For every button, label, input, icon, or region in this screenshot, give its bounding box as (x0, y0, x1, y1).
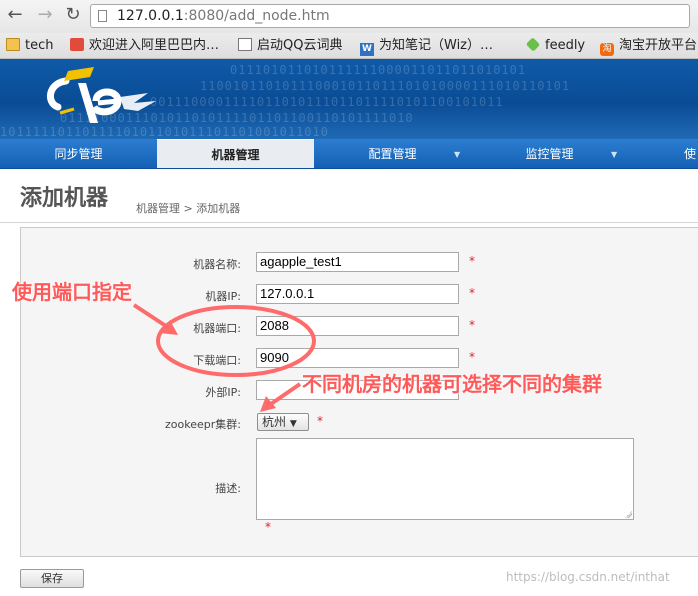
menu-monitor-management[interactable]: 监控管理 ▼ (471, 139, 628, 168)
external-ip-label: 外部IP: (205, 386, 241, 399)
aliyun-icon (70, 38, 84, 51)
port-annotation: 使用端口指定 (12, 280, 132, 304)
bookmark-alibaba[interactable]: 欢迎进入阿里巴巴内… (70, 36, 219, 55)
required-mark: * (317, 414, 323, 428)
machine-name-label: 机器名称: (193, 258, 241, 271)
otter-logo[interactable] (38, 63, 168, 135)
chevron-down-icon: ▼ (454, 150, 461, 159)
back-icon[interactable]: ← (4, 4, 26, 26)
resize-handle-icon[interactable] (625, 511, 632, 518)
chevron-down-icon: ▼ (289, 419, 297, 429)
bookmark-wiz[interactable]: W 为知笔记（Wiz）… (360, 36, 493, 56)
browser-toolbar: ← → ↻ 127.0.0.1:8080/add_node.htm (0, 0, 698, 33)
machine-port-input[interactable]: 2088 (256, 316, 459, 336)
download-port-input[interactable]: 9090 (256, 348, 459, 368)
watermark: https://blog.csdn.net/inthat (506, 570, 670, 584)
binary-pattern: 1100101101011100010110111010100001110101… (200, 79, 571, 93)
menu-machine-management[interactable]: 机器管理 (157, 139, 314, 168)
taobao-icon: 淘 (600, 43, 614, 56)
bookmarks-bar: tech 欢迎进入阿里巴巴内… 启动QQ云词典 W 为知笔记（Wiz）… feed… (0, 33, 698, 59)
breadcrumb: 机器管理 > 添加机器 (136, 202, 241, 215)
menu-sync-management[interactable]: 同步管理 (0, 139, 157, 168)
zookeeper-cluster-label: zookeepr集群: (165, 418, 241, 431)
required-mark: * (469, 286, 475, 300)
main-menu: 同步管理 机器管理 配置管理 ▼ 监控管理 ▼ 使 (0, 139, 698, 169)
menu-more[interactable]: 使 (628, 139, 698, 168)
wiz-icon: W (360, 43, 374, 56)
divider (0, 222, 698, 223)
description-textarea[interactable] (256, 438, 634, 520)
required-mark: * (469, 318, 475, 332)
forward-icon[interactable]: → (34, 4, 56, 26)
page-title: 添加机器 (20, 186, 109, 211)
reload-icon[interactable]: ↻ (62, 4, 84, 26)
zookeeper-cluster-select[interactable]: 杭州 ▼ (257, 413, 309, 431)
address-bar[interactable]: 127.0.0.1:8080/add_node.htm (90, 4, 690, 28)
machine-name-input[interactable]: agapple_test1 (256, 252, 459, 272)
site-header: 011101011010111111000011011011010101 110… (0, 59, 698, 139)
binary-pattern: 011101011010111111000011011011010101 (230, 63, 527, 77)
url-text: 127.0.0.1:8080/add_node.htm (117, 8, 330, 24)
menu-config-management[interactable]: 配置管理 ▼ (314, 139, 471, 168)
bookmark-taobao[interactable]: 淘淘宝开放平台 (600, 36, 697, 56)
folder-icon (6, 38, 20, 51)
required-mark: * (265, 520, 271, 534)
required-mark: * (469, 350, 475, 364)
required-mark: * (469, 254, 475, 268)
download-port-label: 下载端口: (193, 354, 241, 367)
page-icon (98, 10, 107, 22)
bookmark-tech[interactable]: tech (6, 36, 53, 55)
feedly-icon (525, 37, 541, 52)
machine-ip-input[interactable]: 127.0.0.1 (256, 284, 459, 304)
chevron-down-icon: ▼ (611, 150, 618, 159)
cluster-annotation: 不同机房的机器可选择不同的集群 (302, 372, 602, 396)
page-icon (238, 38, 252, 51)
description-label: 描述: (215, 482, 241, 495)
machine-ip-label: 机器IP: (205, 290, 241, 303)
bookmark-qq-dict[interactable]: 启动QQ云词典 (238, 36, 342, 55)
save-button[interactable]: 保存 (20, 569, 84, 588)
machine-port-label: 机器端口: (193, 322, 241, 335)
binary-pattern: 0011100001111011010111011011110101100101… (150, 95, 504, 109)
bookmark-feedly[interactable]: feedly (525, 36, 585, 55)
